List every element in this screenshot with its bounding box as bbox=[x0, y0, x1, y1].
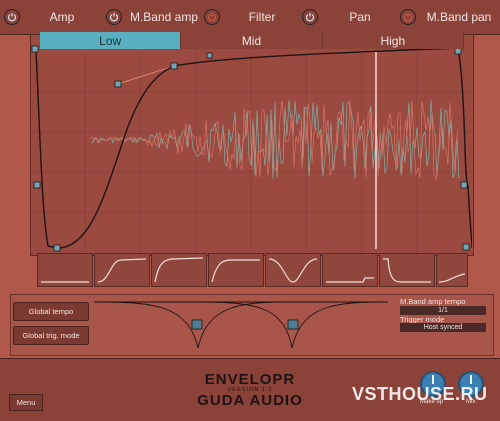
tab-label: Filter bbox=[248, 10, 276, 24]
watermark: VSTHOUSE.RU bbox=[352, 384, 488, 404]
audio-waveform bbox=[89, 100, 460, 180]
knob-pointer bbox=[432, 375, 434, 384]
tab-label: M.Band amp bbox=[129, 10, 199, 24]
envelope-node[interactable] bbox=[53, 244, 61, 252]
menu-button[interactable]: Menu bbox=[9, 394, 43, 411]
band-tab-mid[interactable]: Mid bbox=[181, 32, 323, 49]
tab-pan[interactable]: Pan bbox=[302, 7, 396, 27]
power-icon[interactable] bbox=[106, 9, 122, 25]
mid-high-crossover-curve bbox=[291, 301, 389, 349]
brand-logo: ENVELOPR VERSION 1.2 GUDA AUDIO bbox=[160, 372, 340, 408]
tab-label: Pan bbox=[349, 10, 371, 24]
preset-thumbnail-slow-rise[interactable] bbox=[94, 253, 150, 287]
band-tabs: Low Mid High bbox=[40, 32, 464, 49]
envelope-graph[interactable] bbox=[30, 34, 472, 254]
low-mid-crossover-curve bbox=[93, 301, 199, 349]
low-mid-crossover-curve bbox=[197, 301, 293, 349]
envelope-node[interactable] bbox=[462, 243, 470, 251]
tab-mband-pan[interactable]: M.Band pan bbox=[400, 7, 496, 27]
tab-label: M.Band pan bbox=[426, 10, 492, 24]
knob-pointer bbox=[470, 375, 472, 384]
envelope-node[interactable] bbox=[460, 181, 468, 189]
brand-name: ENVELOPR bbox=[204, 371, 296, 388]
band-tab-high[interactable]: High bbox=[322, 32, 464, 49]
module-tab-bar: Amp M.Band amp Filter Pan M.Band pan bbox=[0, 0, 500, 35]
power-icon[interactable] bbox=[302, 9, 318, 25]
mid-high-crossover-curve bbox=[191, 301, 293, 349]
envelope-node[interactable] bbox=[31, 45, 39, 53]
tab-amp[interactable]: Amp bbox=[4, 7, 98, 27]
global-tempo-button[interactable]: Global tempo bbox=[13, 302, 89, 321]
brand-company: GUDA AUDIO bbox=[197, 392, 303, 409]
tempo-value[interactable]: 1/1 bbox=[400, 306, 486, 315]
global-trigger-mode-button[interactable]: Global trig. mode bbox=[13, 326, 89, 345]
preset-thumbnail-fast-rise[interactable] bbox=[151, 253, 207, 287]
preset-thumbnail-rise-hold[interactable] bbox=[208, 253, 264, 287]
envelope-node[interactable] bbox=[114, 80, 122, 88]
band-tab-low[interactable]: Low bbox=[40, 32, 182, 49]
envelope-node[interactable] bbox=[206, 52, 213, 59]
preset-thumbnail-flat[interactable] bbox=[37, 253, 93, 287]
tab-filter[interactable]: Filter bbox=[204, 7, 298, 27]
bezier-handle-line bbox=[117, 65, 175, 85]
preset-thumbnail-step-up[interactable] bbox=[322, 253, 378, 287]
trigger-mode-value[interactable]: Host synced bbox=[400, 323, 486, 332]
tab-label: Amp bbox=[49, 10, 75, 24]
power-icon[interactable] bbox=[4, 9, 20, 25]
envelope-node[interactable] bbox=[33, 181, 41, 189]
tempo-label: M.Band amp tempo bbox=[400, 297, 466, 306]
band-split-graph[interactable] bbox=[92, 296, 390, 354]
crossover-handle[interactable] bbox=[287, 319, 299, 330]
preset-thumbnail-step-down[interactable] bbox=[379, 253, 435, 287]
power-icon[interactable] bbox=[204, 9, 220, 25]
power-icon[interactable] bbox=[400, 9, 416, 25]
preset-thumbnail-dip[interactable] bbox=[265, 253, 321, 287]
crossover-handle[interactable] bbox=[191, 319, 203, 330]
envelope-node[interactable] bbox=[170, 62, 178, 70]
envelopr-plugin-window: Amp M.Band amp Filter Pan M.Band pan Low… bbox=[0, 0, 500, 421]
preset-thumbnail-late-rise[interactable] bbox=[436, 253, 468, 287]
tab-mband-amp[interactable]: M.Band amp bbox=[106, 7, 200, 27]
